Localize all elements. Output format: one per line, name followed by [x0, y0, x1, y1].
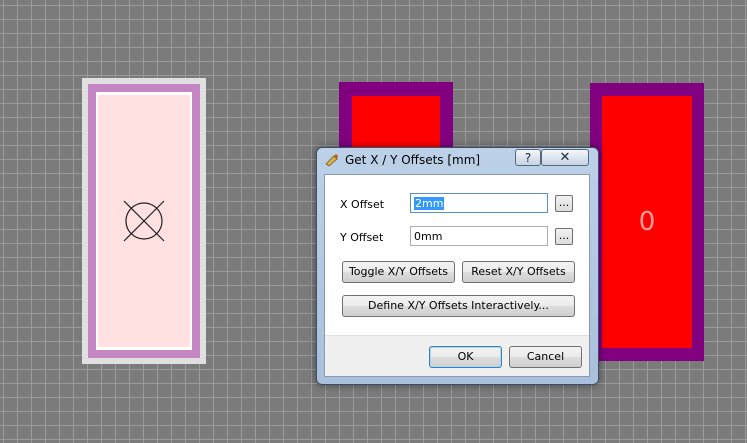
help-button[interactable]: ? [515, 149, 541, 166]
toggle-offsets-button[interactable]: Toggle X/Y Offsets [342, 261, 455, 283]
reset-offsets-button[interactable]: Reset X/Y Offsets [462, 261, 575, 283]
y-offset-pick-button[interactable]: ... [555, 228, 573, 245]
app-logo-icon [325, 154, 338, 167]
cancel-button[interactable]: Cancel [509, 346, 582, 368]
x-offset-field[interactable]: 2mm [410, 193, 548, 213]
x-offset-pick-button[interactable]: ... [555, 195, 573, 212]
pad-origin-cross-icon [123, 200, 165, 242]
y-offset-field[interactable] [410, 226, 548, 246]
dialog-client-area: X Offset 2mm ... Y Offset ... Toggle X/Y… [324, 174, 590, 377]
dialog-divider [325, 335, 589, 336]
pad-right-designator: 0 [638, 207, 656, 237]
y-offset-label: Y Offset [340, 231, 384, 244]
dialog-title: Get X / Y Offsets [mm] [345, 153, 481, 167]
offsets-dialog: Get X / Y Offsets [mm] ? ✕ X Offset 2mm … [316, 147, 599, 385]
ok-button[interactable]: OK [429, 346, 502, 368]
x-offset-value: 2mm [414, 196, 445, 210]
x-offset-label: X Offset [340, 198, 385, 211]
dialog-titlebar[interactable]: Get X / Y Offsets [mm] ? ✕ [317, 148, 598, 172]
close-button[interactable]: ✕ [541, 149, 589, 166]
define-offsets-button[interactable]: Define X/Y Offsets Interactively... [342, 295, 575, 317]
